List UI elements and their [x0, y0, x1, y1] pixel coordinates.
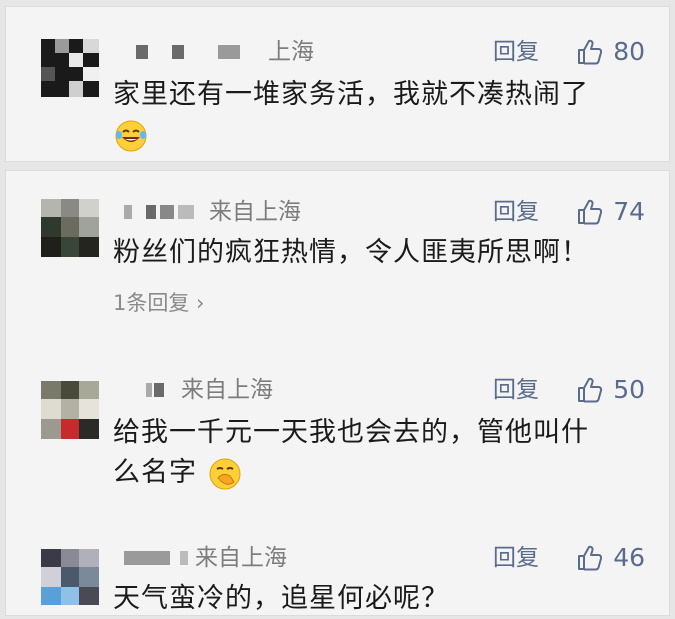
like-count: 46 [613, 543, 645, 572]
thumbs-up-icon [575, 543, 605, 573]
comment-meta: 来自上海 回复 46 [6, 543, 669, 577]
thumbs-up-icon [575, 375, 605, 405]
username-blurred[interactable] [124, 205, 204, 219]
comment-text: 粉丝们的疯狂热情，令人匪夷所思啊！ [113, 237, 589, 268]
like-count: 50 [613, 375, 645, 404]
username-blurred[interactable] [146, 383, 176, 397]
thumbs-up-icon [575, 197, 605, 227]
like-button[interactable]: 46 [575, 543, 645, 573]
chevron-right-icon: › [189, 291, 205, 315]
username-blurred[interactable] [124, 551, 204, 565]
comment-meta: 来自上海 回复 74 [6, 197, 669, 231]
comment-text-line-2-label: 么名字 [113, 457, 197, 488]
reply-button[interactable]: 回复 [493, 375, 539, 405]
location-label: 来自上海 [181, 377, 273, 403]
comment-text-line-1: 给我一千元一天我也会去的，管他叫什 [113, 417, 589, 448]
comment-text: 天气蛮冷的，追星何必呢？ [113, 583, 449, 614]
view-replies-label: 1条回复 [113, 291, 190, 315]
reply-button[interactable]: 回复 [493, 543, 539, 573]
like-button[interactable]: 74 [575, 197, 645, 227]
like-button[interactable]: 50 [575, 375, 645, 405]
laughing-tears-icon [113, 118, 149, 154]
comment-card: 来自上海 回复 74 粉丝们的疯狂热情，令人匪夷所思啊！ 1条回复 › 来自上海… [5, 170, 670, 616]
like-count: 74 [613, 197, 645, 226]
comment-meta: 来自上海 回复 50 [6, 375, 669, 409]
location-label: 来自上海 [195, 545, 287, 571]
hand-over-mouth-icon [207, 456, 243, 492]
location-label: 上海 [268, 39, 314, 65]
comment-meta: 上海 回复 80 [6, 37, 669, 71]
like-count: 80 [613, 37, 645, 66]
location-label: 来自上海 [209, 199, 301, 225]
comment-text-line-2: 么名字 [113, 453, 649, 493]
thumbs-up-icon [575, 37, 605, 67]
reply-button[interactable]: 回复 [493, 197, 539, 227]
view-replies-link[interactable]: 1条回复 › [113, 288, 204, 318]
comment-text: 家里还有一堆家务活，我就不凑热闹了 [113, 79, 589, 110]
comment-emoji-line [113, 115, 649, 155]
username-blurred[interactable] [136, 45, 266, 59]
reply-button[interactable]: 回复 [493, 37, 539, 67]
comment-card: 上海 回复 80 家里还有一堆家务活，我就不凑热闹了 [5, 6, 670, 162]
like-button[interactable]: 80 [575, 37, 645, 67]
